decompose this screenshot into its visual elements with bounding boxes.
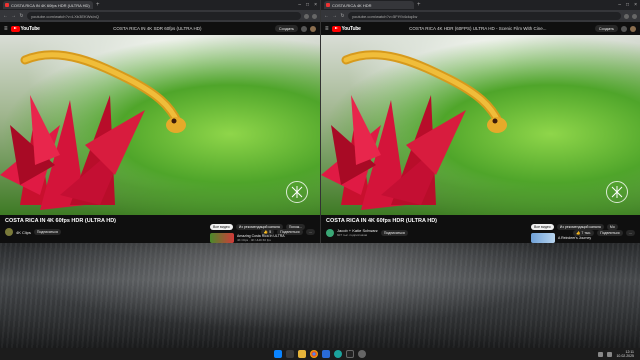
share-button[interactable]: Поделиться — [597, 229, 623, 236]
video-player[interactable] — [0, 35, 320, 215]
reload-icon[interactable]: ↻ — [19, 13, 24, 19]
recommended-thumbnail[interactable] — [531, 233, 555, 243]
desktop: COSTA RICA IN 4K 60fps HDR (ULTRA HD) + … — [0, 0, 640, 360]
tab-bar: COSTA RICA 4K HDR + – □ × — [321, 0, 640, 10]
youtube-logo-text: YouTube — [20, 25, 40, 32]
settings-icon[interactable] — [358, 350, 366, 358]
channel-watermark-icon — [606, 181, 628, 203]
youtube-logo[interactable]: YouTube — [10, 25, 40, 32]
url-field[interactable]: youtube.com/watch?v=5FtYb4ckq4w — [348, 12, 621, 20]
create-button[interactable]: Создать — [274, 25, 298, 32]
yellow-snake-image — [341, 50, 507, 133]
account-avatar[interactable] — [630, 25, 636, 32]
recommendation-chips: Все видео Из рекомендаций канала Мо — [531, 224, 618, 230]
browser-tab[interactable]: COSTA RICA IN 4K 60fps HDR (ULTRA HD) — [3, 1, 93, 9]
subscribe-button[interactable]: Подписаться — [33, 229, 61, 235]
forward-icon[interactable]: → — [332, 13, 337, 19]
windows-start-icon[interactable] — [274, 350, 282, 358]
header-video-title: COSTA RICA IN 4K SDR 60fps (ULTRA HD) — [113, 26, 202, 31]
close-icon[interactable]: × — [634, 2, 637, 8]
browser-window-right[interactable]: COSTA RICA 4K HDR + – □ × ← → ↻ youtube.… — [320, 0, 640, 243]
more-actions-button[interactable]: … — [625, 229, 635, 236]
address-bar: ← → ↻ youtube.com/watch?v=5FtYb4ckq4w — [321, 10, 640, 22]
tab-title: COSTA RICA 4K HDR — [332, 2, 372, 8]
channel-watermark-icon — [286, 181, 308, 203]
profile-icon[interactable] — [312, 13, 317, 19]
youtube-header: ≡ YouTube COSTA RICA IN 4K SDR 60fps (UL… — [0, 22, 320, 35]
edge-icon[interactable] — [334, 350, 342, 358]
notifications-icon[interactable] — [301, 25, 307, 32]
terminal-icon[interactable] — [346, 350, 354, 358]
chip-similar[interactable]: Похож... — [285, 224, 306, 230]
youtube-logo[interactable]: YouTube — [331, 25, 361, 32]
browser-window-left[interactable]: COSTA RICA IN 4K 60fps HDR (ULTRA HD) + … — [0, 0, 320, 243]
maximize-icon[interactable]: □ — [626, 2, 629, 8]
create-button[interactable]: Создать — [594, 25, 618, 32]
browser-tab[interactable]: COSTA RICA 4K HDR — [324, 1, 414, 9]
address-bar: ← → ↻ youtube.com/watch?v=LXb3EKWsInQ — [0, 10, 320, 22]
forward-icon[interactable]: → — [11, 13, 16, 19]
tab-title: COSTA RICA IN 4K 60fps HDR (ULTRA HD) — [11, 2, 90, 8]
reload-icon[interactable]: ↻ — [340, 13, 345, 19]
chip-more[interactable]: Мо — [606, 224, 618, 230]
channel-name[interactable]: 4K Clips — [16, 230, 31, 235]
notifications-icon[interactable] — [621, 25, 627, 32]
chrome-icon[interactable] — [310, 350, 318, 358]
channel-avatar[interactable] — [326, 228, 334, 237]
window-controls: – □ × — [298, 2, 317, 8]
chip-channel-recs[interactable]: Из рекомендаций канала — [235, 224, 283, 230]
recommended-channel: 4K Clips · 4K UHD 60 fps — [237, 238, 271, 242]
channel-avatar[interactable] — [5, 228, 13, 236]
chip-all-videos[interactable]: Все видео — [210, 224, 233, 230]
youtube-header: ≡ YouTube COSTA RICA 4K HDR (60FPS) ULTR… — [321, 22, 640, 35]
folder-icon[interactable] — [298, 350, 306, 358]
extension-icon[interactable] — [304, 13, 309, 19]
desktop-wallpaper — [0, 243, 640, 348]
store-icon[interactable] — [322, 350, 330, 358]
maximize-icon[interactable]: □ — [306, 2, 309, 8]
taskbar-apps — [274, 350, 366, 358]
header-video-title: COSTA RICA 4K HDR (60FPS) ULTRA HD - Sce… — [409, 26, 547, 31]
youtube-favicon-icon — [5, 3, 9, 7]
recommendation-chips: Все видео Из рекомендаций канала Похож..… — [210, 224, 306, 230]
taskbar: 12:11 10.02.2025 — [0, 348, 640, 360]
chip-all-videos[interactable]: Все видео — [531, 224, 554, 230]
window-controls: – □ × — [618, 2, 637, 8]
search-icon[interactable] — [286, 350, 294, 358]
volume-icon[interactable] — [607, 351, 613, 357]
more-actions-button[interactable]: … — [305, 229, 315, 235]
subscriber-count: 607 тыс. подписчиков — [337, 233, 368, 237]
youtube-logo-text: YouTube — [341, 25, 361, 32]
system-tray: 12:11 10.02.2025 — [598, 350, 634, 358]
profile-icon[interactable] — [632, 13, 637, 19]
recommended-thumbnail[interactable] — [210, 233, 234, 243]
minimize-icon[interactable]: – — [298, 2, 301, 8]
extension-icon[interactable] — [624, 13, 629, 19]
new-tab-icon[interactable]: + — [96, 2, 100, 8]
recommended-video[interactable]: Amazing Costa Rica in ULTRA 4K Clips · 4… — [210, 233, 285, 243]
youtube-favicon-icon — [326, 3, 330, 7]
back-icon[interactable]: ← — [324, 13, 329, 19]
chip-channel-recs[interactable]: Из рекомендаций канала — [556, 224, 604, 230]
new-tab-icon[interactable]: + — [417, 2, 421, 8]
tab-bar: COSTA RICA IN 4K 60fps HDR (ULTRA HD) + … — [0, 0, 320, 10]
youtube-play-icon — [10, 25, 20, 32]
network-icon[interactable] — [598, 351, 604, 357]
url-field[interactable]: youtube.com/watch?v=LXb3EKWsInQ — [27, 12, 301, 20]
recommended-video[interactable]: A Reindeer's Journey — [531, 233, 591, 243]
account-avatar[interactable] — [310, 25, 316, 32]
clock-date: 10.02.2025 — [616, 354, 634, 358]
back-icon[interactable]: ← — [3, 13, 8, 19]
yellow-snake-image — [20, 50, 186, 133]
minimize-icon[interactable]: – — [618, 2, 621, 8]
clock[interactable]: 12:11 10.02.2025 — [616, 350, 634, 358]
subscribe-button[interactable]: Подписаться — [380, 229, 408, 236]
menu-icon[interactable]: ≡ — [4, 26, 8, 32]
close-icon[interactable]: × — [314, 2, 317, 8]
video-player[interactable] — [321, 35, 640, 215]
youtube-play-icon — [331, 25, 341, 32]
recommended-title[interactable]: A Reindeer's Journey — [558, 236, 591, 240]
menu-icon[interactable]: ≡ — [325, 26, 329, 32]
